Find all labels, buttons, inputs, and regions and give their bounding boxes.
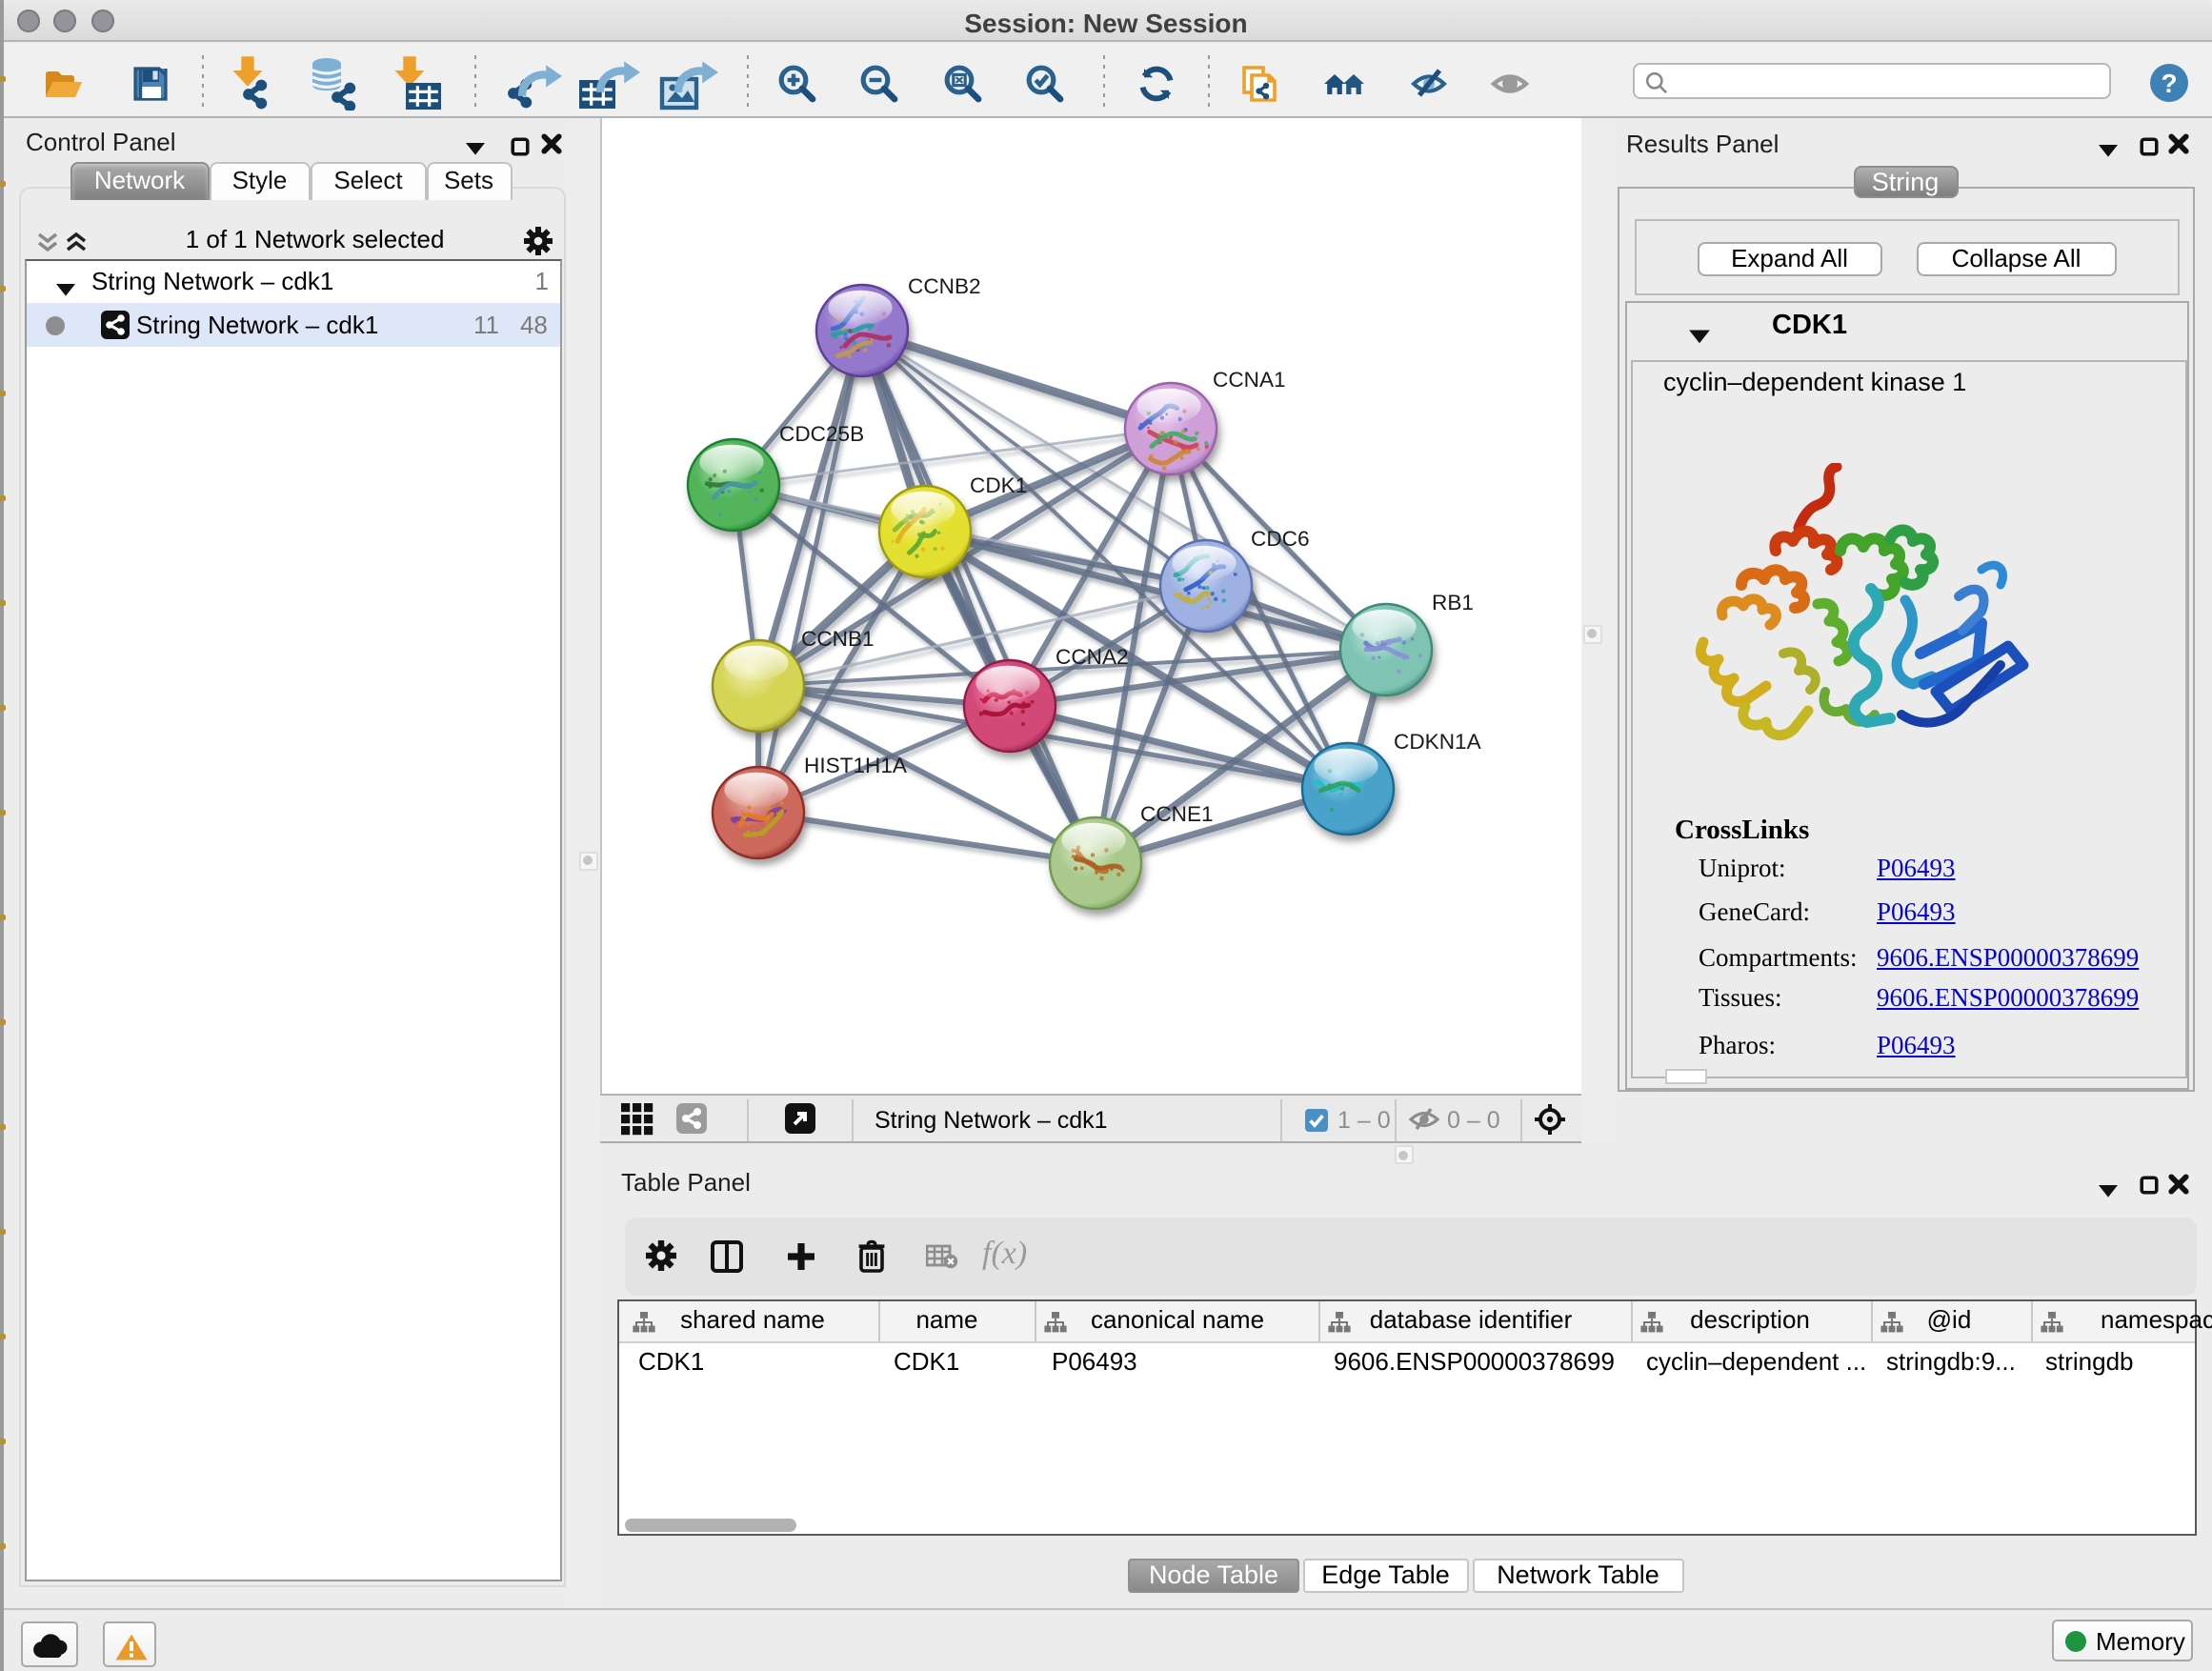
svg-text:CDC25B: CDC25B (779, 422, 864, 446)
svg-text:CDKN1A: CDKN1A (1394, 730, 1482, 754)
svg-text:CCNA1: CCNA1 (1213, 368, 1286, 392)
svg-text:CDC6: CDC6 (1251, 527, 1310, 551)
svg-text:CCNB1: CCNB1 (801, 627, 875, 651)
svg-text:?: ? (2161, 69, 2177, 98)
svg-text:CCNE1: CCNE1 (1140, 802, 1214, 826)
svg-text:CCNA2: CCNA2 (1056, 645, 1129, 669)
svg-text:CCNB2: CCNB2 (908, 274, 981, 298)
svg-text:HIST1H1A: HIST1H1A (804, 754, 908, 777)
svg-text:RB1: RB1 (1432, 591, 1474, 614)
svg-text:CDK1: CDK1 (970, 473, 1027, 497)
